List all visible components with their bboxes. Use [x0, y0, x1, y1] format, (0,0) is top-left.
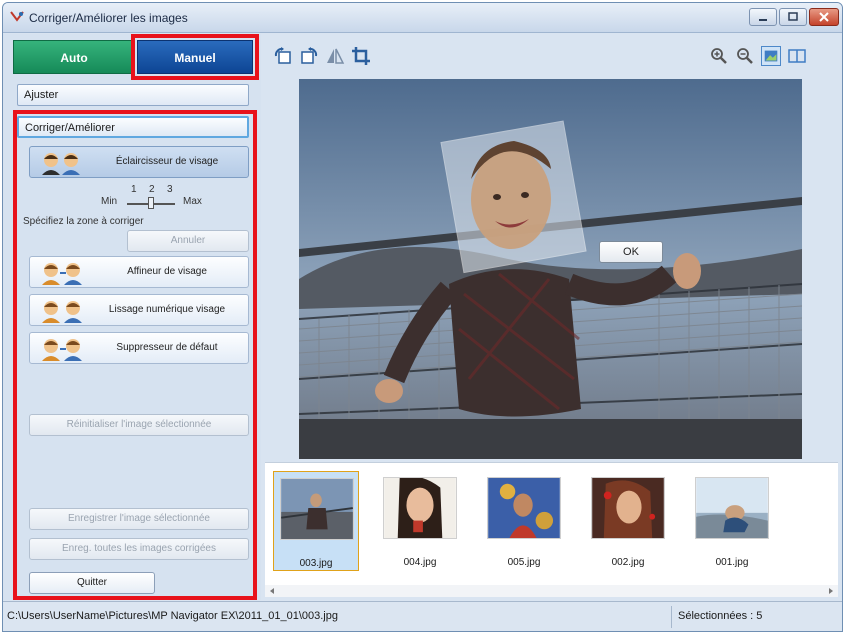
view-whole-image-icon[interactable]	[761, 46, 781, 66]
save-selected-image-button[interactable]: Enregistrer l'image sélectionnée	[29, 508, 249, 530]
thumbnail-item[interactable]: 003.jpg	[273, 471, 359, 571]
save-all-corrected-button[interactable]: Enreg. toutes les images corrigées	[29, 538, 249, 560]
thumbnail-image	[695, 477, 769, 539]
thumbnail-scrollbar[interactable]	[265, 585, 838, 597]
status-separator	[671, 606, 672, 628]
cancel-button[interactable]: Annuler	[127, 230, 249, 252]
preview-photo	[299, 79, 802, 459]
window-title: Corriger/Améliorer les images	[29, 11, 188, 25]
digital-face-smoothing-button[interactable]: Lissage numérique visage	[29, 294, 249, 326]
quit-button[interactable]: Quitter	[29, 572, 155, 594]
thumbnail-item[interactable]: 005.jpg	[481, 471, 567, 571]
thumbnail-caption: 004.jpg	[403, 557, 437, 568]
thumbnail-caption: 001.jpg	[715, 557, 749, 568]
minimize-icon	[759, 19, 767, 21]
zoom-out-icon[interactable]	[735, 46, 755, 66]
blemish-remover-icon	[42, 339, 82, 361]
thumbnail-image	[280, 478, 354, 540]
rotate-right-icon[interactable]	[299, 46, 319, 66]
blemish-remover-label: Suppresseur de défaut	[116, 342, 218, 353]
thumbnail-caption: 003.jpg	[299, 558, 333, 569]
blemish-remover-button[interactable]: Suppresseur de défaut	[29, 332, 249, 364]
slider-tick-3: 3	[167, 184, 173, 195]
app-icon	[10, 11, 24, 22]
thumbnail-strip: 003.jpg 004.jpg 005.jpg 002.jpg 001.jpg	[265, 462, 838, 597]
compare-view-icon[interactable]	[787, 46, 807, 66]
face-sharpener-icon	[42, 263, 82, 285]
thumbnail-image	[383, 477, 457, 539]
brightness-slider[interactable]: Min 1 2 3 Max	[95, 184, 235, 214]
rotate-left-icon[interactable]	[273, 46, 293, 66]
image-preview[interactable]: OK	[299, 79, 802, 459]
slider-tick-2: 2	[149, 184, 155, 195]
face-sharpener-label: Affineur de visage	[127, 266, 207, 277]
close-button[interactable]	[809, 8, 839, 26]
face-smoothing-icon	[42, 301, 82, 323]
face-brightener-button[interactable]: Éclaircisseur de visage	[29, 146, 249, 178]
thumbnail-item[interactable]: 004.jpg	[377, 471, 463, 571]
file-path-text: C:\Users\UserName\Pictures\MP Navigator …	[7, 610, 338, 622]
left-panel: Auto Manuel Ajuster Corriger/Améliorer É…	[3, 34, 261, 600]
face-brightener-icon	[42, 153, 80, 175]
app-window: Corriger/Améliorer les images Auto Manue…	[2, 2, 843, 632]
manual-tab-highlight	[131, 34, 259, 80]
selected-count-text: Sélectionnées : 5	[678, 610, 763, 622]
close-icon	[819, 12, 829, 22]
correct-section-button[interactable]: Corriger/Améliorer	[17, 116, 249, 138]
face-brightener-label: Éclaircisseur de visage	[115, 156, 219, 167]
slider-tick-1: 1	[131, 184, 137, 195]
thumbnail-caption: 002.jpg	[611, 557, 645, 568]
scroll-right-icon[interactable]	[826, 585, 836, 597]
slider-min-label: Min	[101, 196, 118, 207]
crop-icon[interactable]	[351, 46, 371, 66]
face-sharpener-button[interactable]: Affineur de visage	[29, 256, 249, 288]
maximize-icon	[788, 12, 798, 21]
image-toolbar	[261, 34, 842, 74]
mirror-icon[interactable]	[325, 46, 345, 66]
slider-thumb[interactable]	[148, 197, 154, 209]
thumbnail-image	[591, 477, 665, 539]
slider-max-label: Max	[183, 196, 202, 207]
title-bar: Corriger/Améliorer les images	[3, 3, 842, 33]
thumbnail-caption: 005.jpg	[507, 557, 541, 568]
tab-auto[interactable]: Auto	[13, 40, 135, 74]
maximize-button[interactable]	[779, 8, 807, 26]
thumbnail-item[interactable]: 001.jpg	[689, 471, 775, 571]
status-bar: C:\Users\UserName\Pictures\MP Navigator …	[3, 601, 842, 631]
zoom-in-icon[interactable]	[709, 46, 729, 66]
thumbnail-image	[487, 477, 561, 539]
specify-area-text: Spécifiez la zone à corriger	[23, 216, 144, 227]
thumbnail-item[interactable]: 002.jpg	[585, 471, 671, 571]
reset-selected-image-button[interactable]: Réinitialiser l'image sélectionnée	[29, 414, 249, 436]
face-smoothing-label: Lissage numérique visage	[108, 304, 226, 315]
minimize-button[interactable]	[749, 8, 777, 26]
ok-button[interactable]: OK	[599, 241, 663, 263]
scroll-left-icon[interactable]	[267, 585, 277, 597]
adjust-section-button[interactable]: Ajuster	[17, 84, 249, 106]
